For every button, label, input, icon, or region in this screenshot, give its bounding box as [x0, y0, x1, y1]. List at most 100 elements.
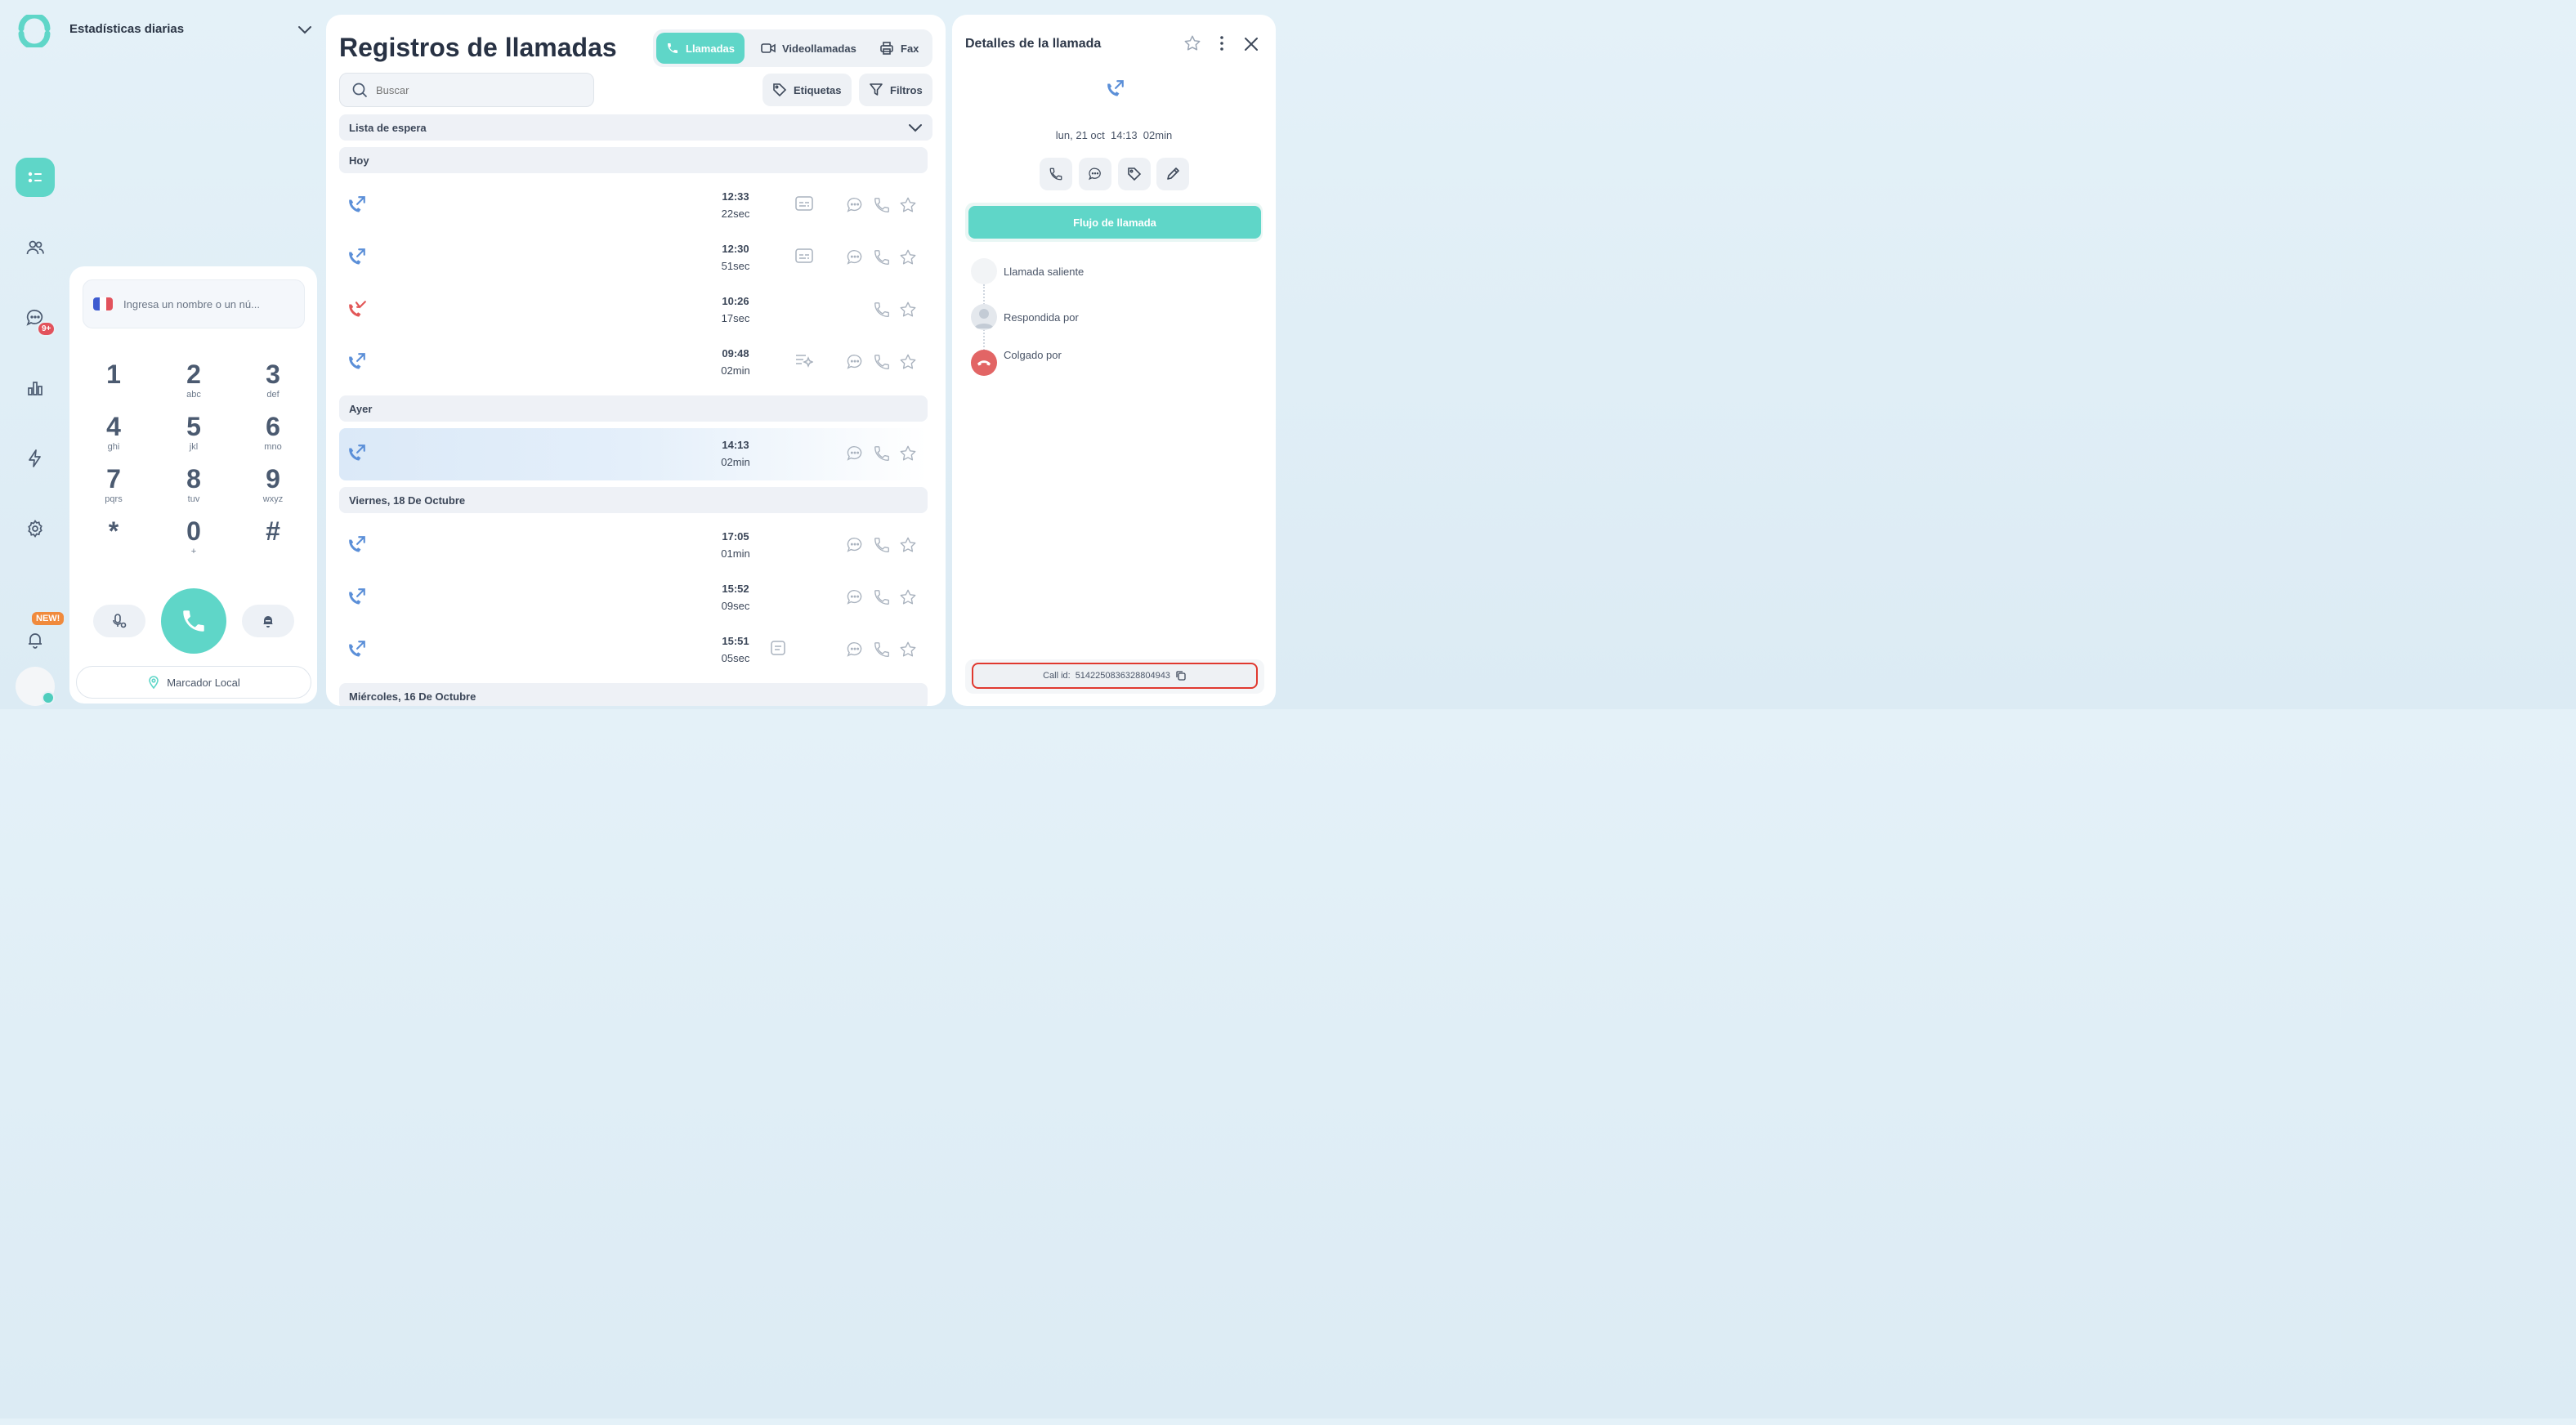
tab-calls[interactable]: Llamadas — [656, 33, 745, 64]
tag-button[interactable] — [1118, 158, 1151, 190]
message-icon[interactable] — [846, 196, 864, 214]
dial-key-8[interactable]: 8 tuv — [161, 464, 226, 504]
do-not-disturb-button[interactable] — [242, 605, 294, 637]
call-duration: 01min — [721, 547, 750, 560]
call-row[interactable]: 15:51 05sec — [339, 624, 928, 677]
star-icon[interactable] — [899, 588, 917, 606]
transcript-icon[interactable] — [795, 196, 813, 211]
contacts-nav-button[interactable] — [16, 228, 55, 267]
dial-input-placeholder: Ingresa un nombre o un nú... — [123, 297, 260, 310]
message-icon[interactable] — [846, 588, 864, 606]
call-back-button[interactable] — [1040, 158, 1072, 190]
dial-key-star[interactable]: * — [81, 516, 146, 547]
copy-icon[interactable] — [1175, 670, 1187, 681]
voicemail-settings-button[interactable] — [93, 605, 145, 637]
call-duration: 09sec — [721, 600, 750, 612]
edit-button[interactable] — [1156, 158, 1189, 190]
call-icon[interactable] — [873, 196, 891, 214]
message-icon[interactable] — [846, 248, 864, 266]
star-icon[interactable] — [899, 444, 917, 462]
call-row[interactable]: 09:48 02min — [339, 337, 928, 389]
analytics-nav-button[interactable] — [16, 369, 55, 408]
tab-fax[interactable]: Fax — [870, 33, 928, 64]
search-box[interactable] — [339, 73, 594, 107]
france-flag-icon[interactable] — [93, 297, 113, 310]
message-icon[interactable] — [846, 353, 864, 371]
call-time: 12:30 — [722, 243, 749, 255]
call-button[interactable] — [161, 588, 226, 654]
settings-nav-button[interactable] — [16, 509, 55, 548]
stats-title[interactable]: Estadísticas diarias — [69, 22, 184, 36]
dial-input[interactable]: Ingresa un nombre o un nú... — [83, 279, 305, 328]
lightning-icon — [29, 449, 41, 467]
filters-button[interactable]: Filtros — [859, 74, 932, 106]
call-icon[interactable] — [873, 444, 891, 462]
favorite-star-icon[interactable] — [1183, 34, 1201, 52]
message-icon[interactable] — [846, 444, 864, 462]
star-icon[interactable] — [899, 301, 917, 319]
call-icon[interactable] — [873, 353, 891, 371]
message-button[interactable] — [1079, 158, 1111, 190]
call-icon[interactable] — [873, 641, 891, 659]
call-row[interactable]: 10:26 17sec — [339, 284, 928, 337]
messages-nav-button[interactable]: 9+ — [16, 298, 56, 337]
tab-video-calls[interactable]: Videollamadas — [751, 33, 866, 64]
ai-summary-icon[interactable] — [795, 353, 813, 368]
call-time: 10:26 — [722, 295, 749, 307]
dial-key-2[interactable]: 2 abc — [161, 360, 226, 400]
dial-key-0[interactable]: 0 + — [161, 516, 226, 556]
more-options-icon[interactable] — [1215, 35, 1228, 51]
dial-key-9[interactable]: 9 wxyz — [240, 464, 306, 504]
star-icon[interactable] — [899, 248, 917, 266]
notifications-nav-button[interactable]: NEW! — [16, 612, 65, 659]
details-title: Detalles de la llamada — [965, 37, 1102, 51]
call-row[interactable]: 14:13 02min — [339, 428, 928, 480]
phone-icon — [668, 43, 678, 53]
star-icon[interactable] — [899, 536, 917, 554]
dial-key-3[interactable]: 3 def — [240, 360, 306, 400]
call-icon[interactable] — [873, 536, 891, 554]
transcript-icon[interactable] — [795, 248, 813, 263]
call-row[interactable]: 17:05 01min — [339, 520, 928, 572]
waitlist-dropdown[interactable]: Lista de espera — [339, 114, 932, 141]
star-icon[interactable] — [899, 353, 917, 371]
outgoing-call-icon — [346, 247, 367, 268]
call-icon[interactable] — [873, 248, 891, 266]
message-icon[interactable] — [846, 536, 864, 554]
timeline-label: Colgado por — [1004, 349, 1062, 361]
call-flow-button[interactable]: Flujo de llamada — [968, 206, 1261, 239]
timeline-dot-outgoing — [971, 258, 997, 284]
dial-key-6[interactable]: 6 mno — [240, 412, 306, 452]
search-input[interactable] — [376, 83, 572, 96]
app-logo[interactable] — [18, 15, 51, 47]
call-log-panel: Registros de llamadas Llamadas Videollam… — [326, 15, 946, 706]
close-icon[interactable] — [1243, 36, 1259, 52]
bar-chart-icon — [28, 382, 42, 395]
search-icon — [352, 83, 368, 98]
dial-key-5[interactable]: 5 jkl — [161, 412, 226, 452]
star-icon[interactable] — [899, 196, 917, 214]
call-log-nav-button[interactable] — [16, 158, 55, 197]
call-row[interactable]: 12:30 51sec — [339, 232, 928, 284]
call-icon[interactable] — [873, 588, 891, 606]
call-time: 17:05 — [722, 530, 749, 543]
call-id-label: Call id: — [1043, 671, 1071, 681]
call-row[interactable]: 15:52 09sec — [339, 572, 928, 624]
note-icon[interactable] — [771, 641, 785, 655]
integrations-nav-button[interactable] — [16, 439, 55, 478]
dialer-panel: Ingresa un nombre o un nú... 1 2 abc 3 def… — [69, 266, 317, 704]
timeline-label: Respondida por — [1004, 311, 1079, 324]
dial-key-1[interactable]: 1 — [81, 360, 146, 390]
bell-icon — [29, 633, 42, 649]
dial-key-7[interactable]: 7 pqrs — [81, 464, 146, 504]
call-icon[interactable] — [873, 301, 891, 319]
dial-key-hash[interactable]: # — [240, 516, 306, 547]
dial-key-4[interactable]: 4 ghi — [81, 412, 146, 452]
call-id-box[interactable]: Call id: 5142250836328804943 — [972, 663, 1258, 689]
star-icon[interactable] — [899, 641, 917, 659]
local-dialer-button[interactable]: Marcador Local — [76, 666, 311, 699]
chevron-down-icon[interactable] — [297, 23, 313, 36]
tags-button[interactable]: Etiquetas — [763, 74, 852, 106]
message-icon[interactable] — [846, 641, 864, 659]
call-row[interactable]: 12:33 22sec — [339, 180, 928, 232]
